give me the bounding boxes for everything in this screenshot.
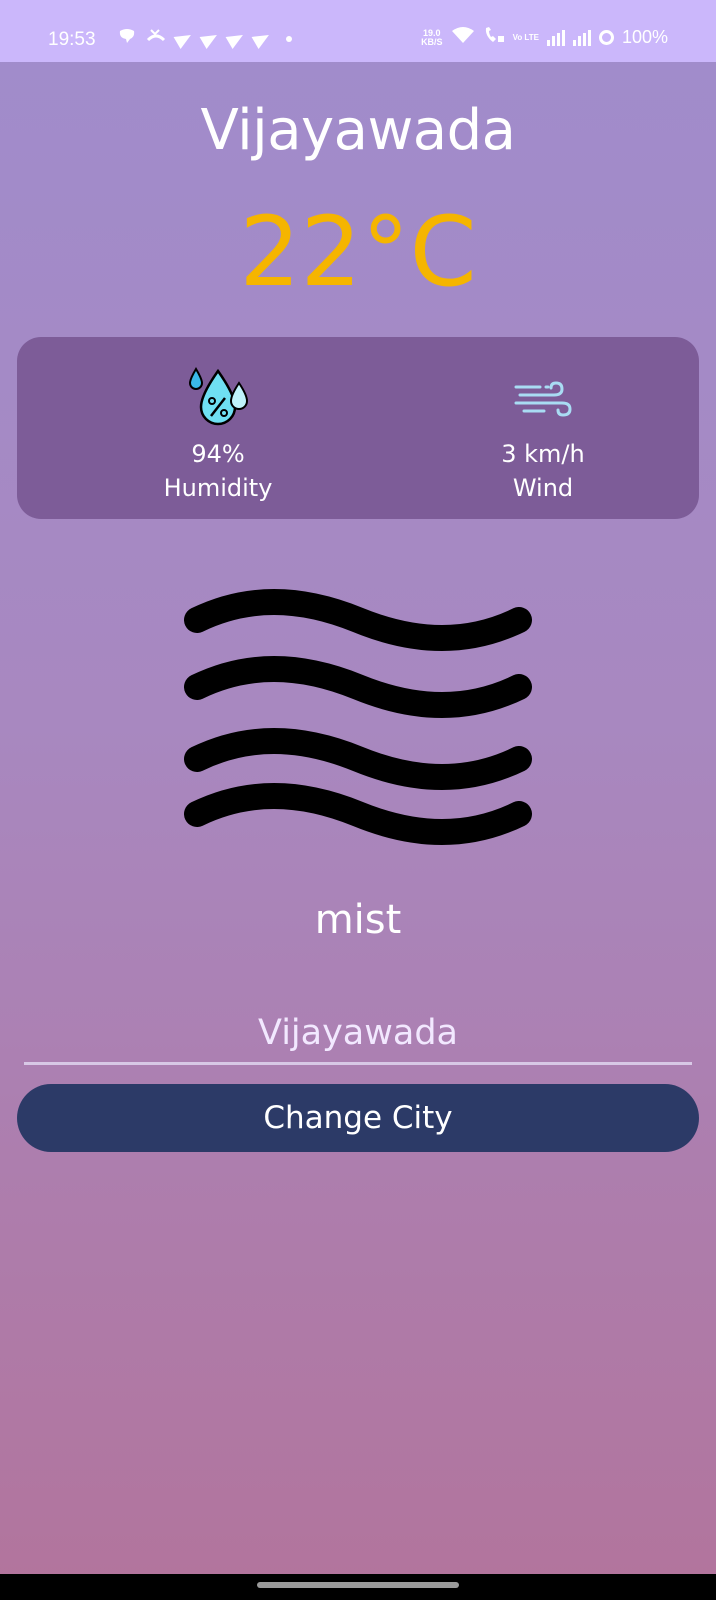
weather-description: mist <box>314 897 402 943</box>
network-speed: 19.0 KB/S <box>421 27 443 47</box>
wind-icon <box>514 381 572 417</box>
humidity-label: Humidity <box>163 474 273 502</box>
telegram-icon <box>173 28 195 49</box>
humidity-stat: 94% Humidity <box>98 365 338 505</box>
telegram-icon <box>251 28 273 49</box>
wind-label: Wind <box>512 474 574 502</box>
home-gesture-handle[interactable] <box>257 1582 459 1588</box>
notification-icons <box>118 28 292 49</box>
city-input[interactable] <box>24 1003 692 1065</box>
weather-stats-card: 94% Humidity 3 km/h Wind <box>17 337 699 519</box>
change-city-button[interactable]: Change City <box>17 1084 699 1152</box>
status-bar: 19:53 19.0 KB/S Vo LTE 100% <box>0 0 716 62</box>
wind-stat: 3 km/h Wind <box>423 365 663 505</box>
missed-call-icon <box>146 28 166 49</box>
telegram-icon <box>199 28 221 49</box>
city-title: Vijayawada <box>200 98 516 163</box>
signal-bars-icon <box>572 29 591 46</box>
signal-bars-icon <box>546 29 565 46</box>
weather-screen: 19:53 19.0 KB/S Vo LTE 100% Vijayawada 2… <box>0 0 716 1600</box>
wifi-calling-icon <box>483 26 505 49</box>
temperature: 22°C <box>239 196 477 308</box>
telegram-icon <box>225 28 247 49</box>
battery-percent: 100% <box>621 27 668 47</box>
more-notifications-dot-icon <box>286 35 292 42</box>
mist-icon <box>184 588 532 846</box>
status-time: 19:53 <box>48 29 96 50</box>
volte-indicator: Vo LTE <box>512 32 539 42</box>
battery-icon <box>598 30 614 45</box>
chat-icon <box>118 28 136 49</box>
humidity-icon <box>188 367 249 426</box>
wind-value: 3 km/h <box>501 440 585 468</box>
wifi-icon <box>451 26 475 49</box>
navigation-bar <box>0 1574 716 1600</box>
humidity-value: 94% <box>191 440 245 468</box>
system-icons: 19.0 KB/S Vo LTE 100% <box>421 26 668 49</box>
